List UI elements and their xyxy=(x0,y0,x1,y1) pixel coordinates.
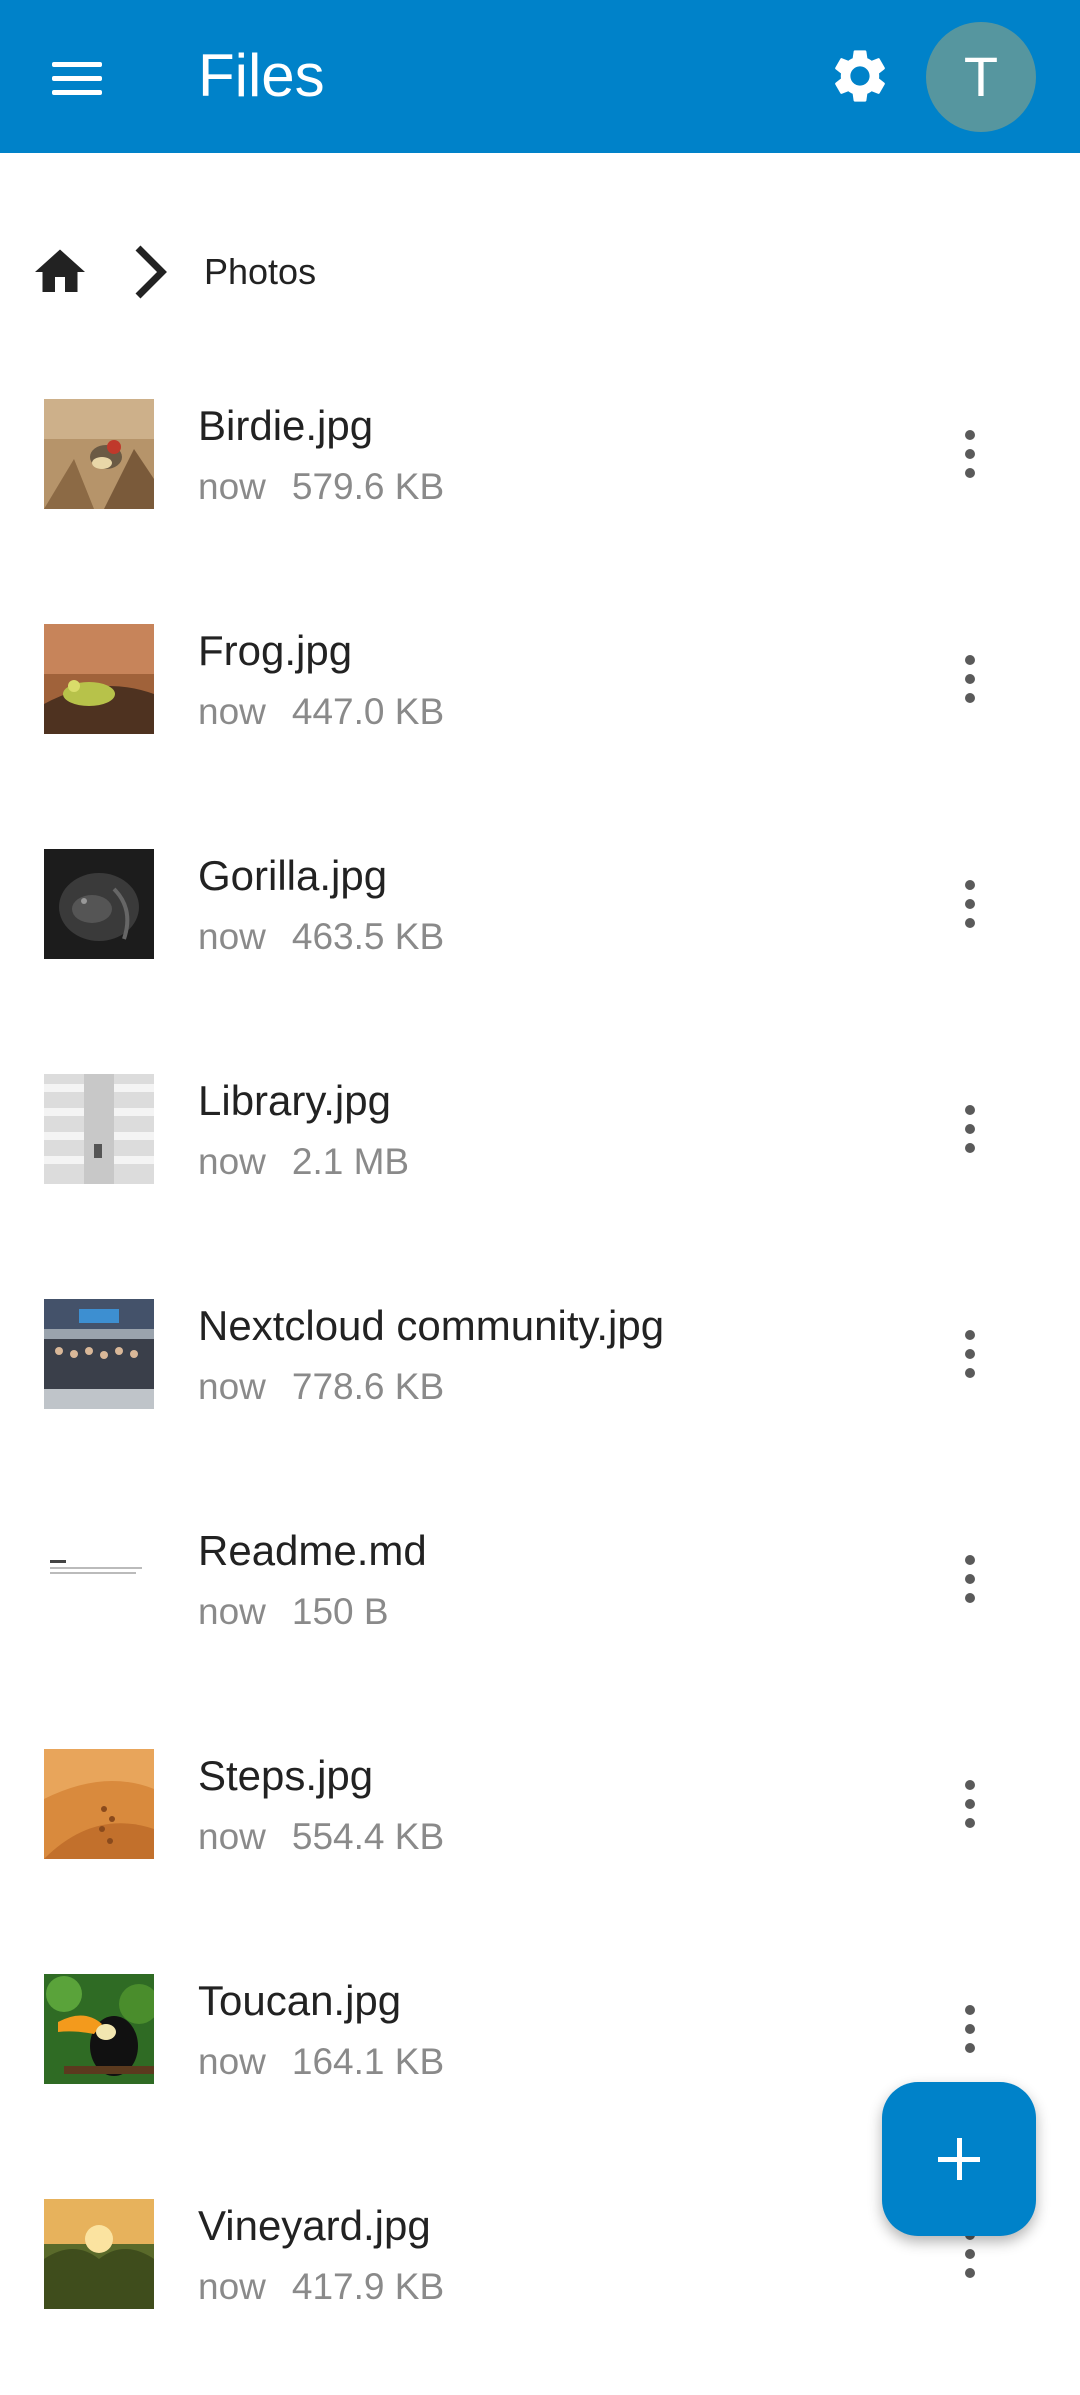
more-options-button[interactable] xyxy=(946,1314,994,1394)
file-row[interactable]: Library.jpg now 2.1 MB xyxy=(0,1045,1080,1270)
more-options-button[interactable] xyxy=(946,1539,994,1619)
breadcrumb-home[interactable] xyxy=(30,242,90,302)
desert-thumbnail xyxy=(44,1749,154,1859)
file-modified: now xyxy=(198,916,266,957)
file-modified: now xyxy=(198,1141,266,1182)
file-meta: now 417.9 KB xyxy=(198,2262,444,2312)
file-row[interactable]: Birdie.jpg now 579.6 KB xyxy=(0,370,1080,595)
file-size: 2.1 MB xyxy=(291,1141,410,1182)
file-name: Vineyard.jpg xyxy=(198,2202,431,2249)
file-meta: now 164.1 KB xyxy=(198,2037,444,2087)
file-row[interactable]: Nextcloud community.jpg now 778.6 KB xyxy=(0,1270,1080,1495)
bird-thumbnail xyxy=(44,399,154,509)
file-row[interactable]: Gorilla.jpg now 463.5 KB xyxy=(0,820,1080,1045)
more-options-button[interactable] xyxy=(946,414,994,494)
more-options-button[interactable] xyxy=(946,1089,994,1169)
library-thumbnail xyxy=(44,1074,154,1184)
vertical-dots-icon xyxy=(965,880,975,890)
file-modified: now xyxy=(198,2041,266,2082)
home-icon xyxy=(35,249,85,292)
more-options-button[interactable] xyxy=(946,864,994,944)
file-size: 164.1 KB xyxy=(291,2041,445,2082)
file-name: Frog.jpg xyxy=(198,627,353,674)
group-photo-thumbnail xyxy=(44,1299,154,1409)
file-row[interactable]: Steps.jpg now 554.4 KB xyxy=(0,1720,1080,1945)
file-name: Nextcloud community.jpg xyxy=(198,1302,665,1349)
file-modified: now xyxy=(198,1366,266,1407)
settings-button[interactable] xyxy=(828,44,892,108)
file-name: Birdie.jpg xyxy=(198,402,374,449)
frog-thumbnail xyxy=(44,624,154,734)
file-meta: now 150 B xyxy=(198,1587,389,1637)
file-modified: now xyxy=(198,1816,266,1857)
breadcrumb-current-folder[interactable]: Photos xyxy=(204,248,316,296)
file-size: 778.6 KB xyxy=(291,1366,445,1407)
file-size: 463.5 KB xyxy=(291,916,445,957)
file-name: Gorilla.jpg xyxy=(198,852,388,899)
file-size: 150 B xyxy=(291,1591,389,1632)
vertical-dots-icon xyxy=(965,430,975,440)
vineyard-thumbnail xyxy=(44,2199,154,2309)
text-document-thumbnail xyxy=(44,1524,154,1634)
menu-button[interactable] xyxy=(40,44,112,108)
file-size: 579.6 KB xyxy=(291,466,445,507)
vertical-dots-icon xyxy=(965,1780,975,1790)
gear-icon xyxy=(835,50,885,102)
chevron-right-icon xyxy=(128,242,172,302)
file-meta: now 579.6 KB xyxy=(198,462,444,512)
file-meta: now 554.4 KB xyxy=(198,1812,444,1862)
file-size: 417.9 KB xyxy=(291,2266,445,2307)
user-avatar[interactable]: T xyxy=(926,22,1036,132)
file-modified: now xyxy=(198,1591,266,1632)
file-meta: now 778.6 KB xyxy=(198,1362,444,1412)
file-row[interactable]: Frog.jpg now 447.0 KB xyxy=(0,595,1080,820)
add-button[interactable] xyxy=(882,2082,1036,2236)
file-size: 447.0 KB xyxy=(291,691,445,732)
app-bar: Files T xyxy=(0,0,1080,153)
file-size: 554.4 KB xyxy=(291,1816,445,1857)
vertical-dots-icon xyxy=(965,1555,975,1565)
vertical-dots-icon xyxy=(965,1105,975,1115)
hamburger-menu-icon xyxy=(52,62,102,67)
file-name: Library.jpg xyxy=(198,1077,391,1124)
gorilla-thumbnail xyxy=(44,849,154,959)
file-modified: now xyxy=(198,2266,266,2307)
more-options-button[interactable] xyxy=(946,639,994,719)
file-modified: now xyxy=(198,691,266,732)
breadcrumb: Photos xyxy=(0,230,1080,314)
file-meta: now 447.0 KB xyxy=(198,687,444,737)
toucan-thumbnail xyxy=(44,1974,154,2084)
file-name: Toucan.jpg xyxy=(198,1977,402,2024)
more-options-button[interactable] xyxy=(946,1764,994,1844)
file-meta: now 463.5 KB xyxy=(198,912,444,962)
vertical-dots-icon xyxy=(965,655,975,665)
vertical-dots-icon xyxy=(965,2005,975,2015)
more-options-button[interactable] xyxy=(946,1989,994,2069)
file-name: Readme.md xyxy=(198,1527,427,1574)
file-row[interactable]: Readme.md now 150 B xyxy=(0,1495,1080,1720)
file-name: Steps.jpg xyxy=(198,1752,374,1799)
vertical-dots-icon xyxy=(965,1330,975,1340)
file-meta: now 2.1 MB xyxy=(198,1137,409,1187)
file-modified: now xyxy=(198,466,266,507)
app-title: Files xyxy=(198,42,325,109)
